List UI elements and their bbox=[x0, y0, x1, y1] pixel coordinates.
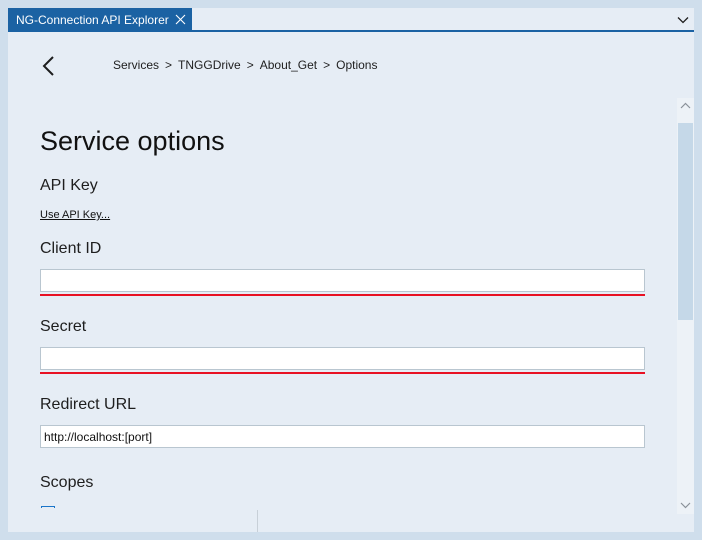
api-key-label: API Key bbox=[40, 177, 98, 194]
tab-title: NG-Connection API Explorer bbox=[16, 13, 169, 27]
redirect-url-label: Redirect URL bbox=[40, 396, 137, 413]
breadcrumb-tnggdrive[interactable]: TNGGDrive bbox=[178, 58, 241, 72]
scopes-label: Scopes bbox=[40, 474, 94, 491]
client-id-label: Client ID bbox=[40, 240, 102, 257]
client-id-error-underline bbox=[40, 294, 645, 296]
breadcrumb-options: Options bbox=[336, 58, 378, 72]
page-title: Service options bbox=[40, 126, 225, 156]
back-button[interactable] bbox=[40, 54, 58, 78]
chevron-down-icon[interactable] bbox=[676, 13, 690, 27]
vertical-scrollbar[interactable] bbox=[677, 98, 694, 514]
breadcrumb-separator: > bbox=[323, 58, 331, 72]
breadcrumb-services[interactable]: Services bbox=[113, 58, 159, 72]
scope-checkbox[interactable] bbox=[41, 506, 55, 508]
breadcrumb: Services > TNGGDrive > About_Get > Options bbox=[113, 58, 377, 72]
client-id-input[interactable] bbox=[40, 269, 645, 292]
scroll-thumb[interactable] bbox=[678, 123, 693, 320]
secret-label: Secret bbox=[40, 318, 87, 335]
secret-input[interactable] bbox=[40, 347, 645, 370]
breadcrumb-about-get[interactable]: About_Get bbox=[260, 58, 317, 72]
breadcrumb-separator: > bbox=[165, 58, 173, 72]
breadcrumb-separator: > bbox=[246, 58, 254, 72]
api-explorer-window: NG-Connection API Explorer Services > TNGG… bbox=[8, 8, 694, 532]
scroll-down-icon[interactable] bbox=[677, 497, 694, 514]
tab-ng-connection-api-explorer[interactable]: NG-Connection API Explorer bbox=[8, 8, 192, 32]
redirect-url-input[interactable] bbox=[40, 425, 645, 448]
scroll-up-icon[interactable] bbox=[677, 98, 694, 115]
divider bbox=[257, 510, 258, 532]
close-icon[interactable] bbox=[175, 14, 186, 25]
tab-strip: NG-Connection API Explorer bbox=[8, 8, 694, 32]
secret-error-underline bbox=[40, 372, 645, 374]
use-api-key-link[interactable]: Use API Key... bbox=[40, 209, 110, 221]
